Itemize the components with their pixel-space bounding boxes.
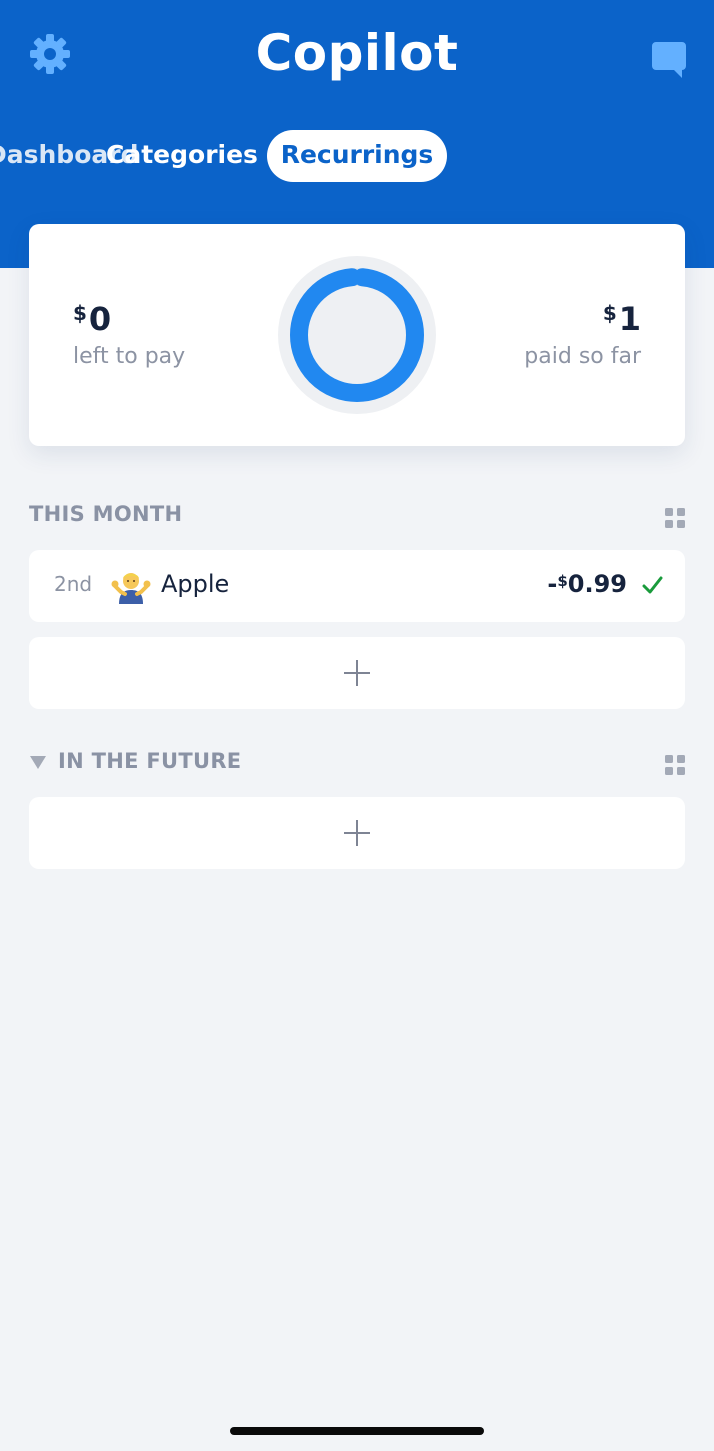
tab-recurrings[interactable]: Recurrings: [267, 130, 447, 182]
in-the-future-title: IN THE FUTURE: [58, 749, 242, 773]
add-future-button[interactable]: [29, 797, 685, 869]
recurring-item-name: Apple: [161, 570, 230, 598]
left-to-pay-value: 0: [88, 300, 112, 338]
app-title: Copilot: [255, 24, 459, 82]
recurring-item-day: 2nd: [54, 572, 93, 596]
tab-recurrings-label: Recurrings: [280, 140, 434, 169]
in-the-future-header: IN THE FUTURE: [29, 749, 685, 779]
paid-check-icon: [642, 576, 663, 594]
this-month-header: THIS MONTH: [29, 502, 685, 532]
currency-symbol: $: [73, 301, 87, 325]
plus-icon: [344, 820, 370, 846]
tab-bar: Dashboard Categories Recurrings: [0, 130, 714, 182]
currency-symbol: $: [557, 572, 568, 590]
this-month-title: THIS MONTH: [29, 502, 183, 526]
progress-ring: [278, 256, 436, 414]
tab-categories[interactable]: Categories: [106, 130, 258, 182]
grid-icon[interactable]: [665, 508, 685, 528]
collapse-triangle-icon[interactable]: [29, 753, 47, 771]
paid-so-far-value: 1: [618, 300, 641, 338]
amount-sign: -: [547, 570, 558, 598]
left-to-pay-label: left to pay: [73, 344, 186, 369]
amount-value: 0.99: [567, 570, 627, 598]
paid-so-far-amount: $1: [603, 300, 641, 338]
home-indicator: [230, 1427, 484, 1435]
chat-bubble-icon[interactable]: [650, 40, 688, 80]
plus-icon: [344, 660, 370, 686]
add-this-month-button[interactable]: [29, 637, 685, 709]
grid-icon[interactable]: [665, 755, 685, 775]
paid-so-far-label: paid so far: [524, 344, 641, 369]
currency-symbol: $: [602, 301, 617, 325]
tab-categories-label: Categories: [106, 140, 258, 169]
person-shrugging-icon: [111, 573, 151, 604]
recurring-item-amount: -$0.99: [547, 570, 627, 598]
recurring-item-apple[interactable]: 2nd Apple -$0.99: [29, 550, 685, 622]
left-to-pay-amount: $0: [73, 300, 111, 338]
summary-card: $0 left to pay $1 paid so far: [29, 224, 685, 446]
